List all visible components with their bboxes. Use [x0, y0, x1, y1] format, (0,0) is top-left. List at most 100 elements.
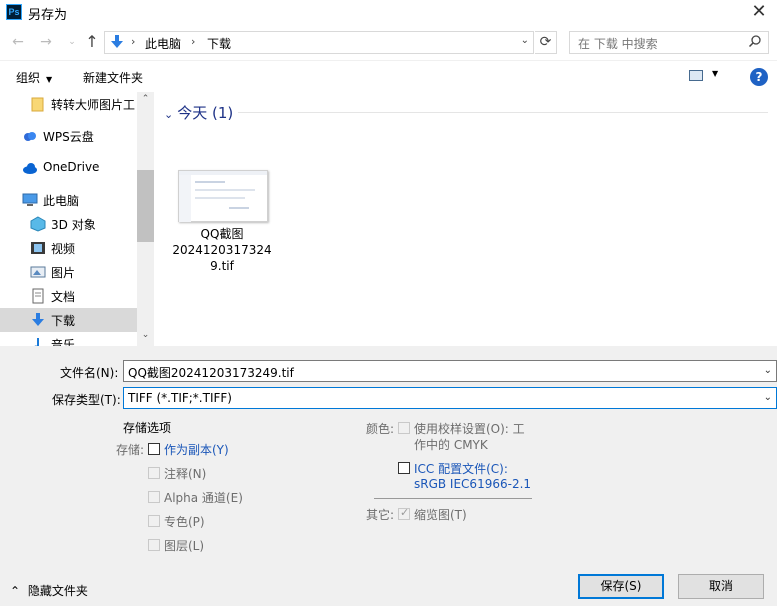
- spot-colors-checkbox: [148, 515, 160, 527]
- address-bar[interactable]: › 此电脑 › 下载 ⌄: [104, 31, 534, 54]
- notes-checkbox: [148, 467, 160, 479]
- navigation-bar: ← → ⌄ ↑ › 此电脑 › 下载 ⌄ ⟳ 在 下载 中搜索: [0, 28, 777, 58]
- download-icon: [32, 313, 44, 326]
- group-header-label: 今天 (1): [177, 104, 234, 122]
- sidebar-item-downloads[interactable]: 下载: [0, 308, 137, 332]
- photoshop-app-icon: Ps: [6, 4, 22, 20]
- new-folder-button[interactable]: 新建文件夹: [83, 69, 143, 86]
- filename-field[interactable]: QQ截图20241203173249.tif ⌄: [123, 360, 777, 382]
- computer-icon: [22, 193, 38, 206]
- alpha-channels-label: Alpha 通道(E): [164, 491, 243, 505]
- sidebar-item-label: 视频: [51, 242, 76, 256]
- file-name-line: 2024120317324: [172, 243, 272, 257]
- save-options-title: 存储选项: [123, 421, 172, 435]
- store-label: 存储:: [116, 443, 145, 457]
- refresh-button[interactable]: ⟳: [535, 31, 557, 54]
- sidebar-item-pictures[interactable]: 图片: [0, 260, 137, 284]
- sidebar-item-wps-cloud[interactable]: WPS云盘: [0, 124, 137, 148]
- breadcrumb-separator[interactable]: ›: [191, 35, 195, 48]
- alpha-channels-checkbox: [148, 491, 160, 503]
- sidebar-item-label: 3D 对象: [51, 218, 96, 232]
- file-thumbnail: [178, 170, 268, 222]
- video-icon: [31, 242, 45, 254]
- breadcrumb-separator[interactable]: ›: [131, 35, 135, 48]
- sidebar-item-zhuanzhuan-folder[interactable]: 转转大师图片工: [0, 92, 137, 116]
- sidebar-item-label: 转转大师图片工: [51, 98, 136, 112]
- hide-folders-toggle[interactable]: ⌃ 隐藏文件夹: [10, 582, 88, 599]
- organize-button[interactable]: 组织 ▼: [16, 69, 52, 86]
- as-copy-checkbox[interactable]: [148, 443, 160, 455]
- sidebar-item-documents[interactable]: 文档: [0, 284, 137, 308]
- spot-colors-label: 专色(P): [164, 515, 205, 529]
- picture-icon: [30, 266, 46, 278]
- use-proof-setup-label-line2: 作中的 CMYK: [414, 438, 488, 452]
- layers-label: 图层(L): [164, 539, 205, 553]
- color-label: 颜色:: [366, 422, 395, 436]
- thumbnail-label: 缩览图(T): [414, 508, 467, 522]
- breadcrumb-downloads[interactable]: 下载: [207, 35, 231, 52]
- breadcrumb-this-pc[interactable]: 此电脑: [145, 35, 181, 52]
- file-item[interactable]: QQ截图 2024120317324 9.tif: [172, 166, 272, 278]
- checkmark-icon: ✓: [400, 506, 410, 519]
- other-label: 其它:: [366, 508, 395, 522]
- layers-checkbox: [148, 539, 160, 551]
- file-name-line: 9.tif: [210, 259, 234, 273]
- cancel-button[interactable]: 取消: [678, 574, 764, 599]
- filetype-select[interactable]: TIFF (*.TIF;*.TIFF) ⌄: [123, 387, 777, 409]
- sidebar-scrollbar[interactable]: ⌃ ⌄: [137, 92, 154, 346]
- up-arrow-icon[interactable]: ↑: [82, 32, 102, 52]
- organize-label: 组织: [16, 71, 41, 85]
- forward-arrow-icon[interactable]: →: [36, 32, 56, 52]
- file-list-area: ⌄ 今天 (1) QQ截图 2024120317324 9.tif: [156, 92, 777, 346]
- recent-locations-chevron-icon[interactable]: ⌄: [62, 32, 82, 52]
- options-divider: [374, 498, 532, 499]
- scroll-up-icon[interactable]: ⌃: [137, 94, 154, 108]
- view-dropdown-icon[interactable]: ▼: [712, 69, 718, 78]
- title-bar: Ps 另存为 ✕: [0, 0, 777, 28]
- file-name-line: QQ截图: [200, 227, 244, 241]
- icc-profile-checkbox[interactable]: [398, 462, 410, 474]
- address-dropdown-icon[interactable]: ⌄: [521, 35, 529, 46]
- search-input[interactable]: 在 下载 中搜索: [569, 31, 769, 54]
- command-bar: 组织 ▼ 新建文件夹 ▼ ?: [0, 60, 777, 92]
- collapse-chevron-icon[interactable]: ⌄: [164, 108, 173, 121]
- search-placeholder: 在 下载 中搜索: [578, 37, 658, 51]
- icc-profile-value: sRGB IEC61966-2.1: [414, 477, 532, 491]
- scroll-down-icon[interactable]: ⌄: [137, 330, 154, 344]
- scrollbar-thumb[interactable]: [137, 170, 154, 242]
- sidebar-item-label: 文档: [51, 290, 76, 304]
- file-name: QQ截图 2024120317324 9.tif: [172, 226, 272, 274]
- icc-profile-label[interactable]: ICC 配置文件(C):: [414, 460, 508, 477]
- search-icon[interactable]: [748, 34, 762, 48]
- back-arrow-icon[interactable]: ←: [8, 32, 28, 52]
- group-header-today[interactable]: ⌄ 今天 (1): [164, 102, 233, 123]
- window-title: 另存为: [28, 8, 68, 23]
- use-proof-setup-checkbox: [398, 422, 410, 434]
- hide-folders-label: 隐藏文件夹: [27, 584, 88, 598]
- view-options-icon[interactable]: [689, 70, 703, 81]
- filename-label: 文件名(N):: [60, 366, 119, 380]
- filename-value: QQ截图20241203173249.tif: [128, 366, 294, 380]
- sidebar-item-videos[interactable]: 视频: [0, 236, 137, 260]
- sidebar-item-onedrive[interactable]: OneDrive: [0, 156, 137, 180]
- hide-folders-chevron-icon: ⌃: [10, 584, 21, 598]
- sidebar-item-music[interactable]: 音乐: [0, 332, 137, 346]
- save-button[interactable]: 保存(S): [578, 574, 664, 599]
- sidebar-item-3d-objects[interactable]: 3D 对象: [0, 212, 137, 236]
- sidebar-item-this-pc[interactable]: 此电脑: [0, 188, 137, 212]
- filename-dropdown-icon[interactable]: ⌄: [764, 365, 772, 376]
- filetype-label: 保存类型(T):: [52, 393, 121, 407]
- cloud-icon: [24, 132, 36, 141]
- filetype-dropdown-icon[interactable]: ⌄: [764, 392, 772, 403]
- document-icon: [32, 288, 44, 304]
- close-button[interactable]: ✕: [749, 2, 769, 22]
- filetype-value: TIFF (*.TIF;*.TIFF): [128, 391, 232, 405]
- download-folder-icon: [111, 35, 123, 48]
- help-icon[interactable]: ?: [750, 68, 768, 86]
- save-options-panel: 文件名(N): QQ截图20241203173249.tif ⌄ 保存类型(T)…: [0, 346, 777, 606]
- sidebar-item-label: 此电脑: [43, 194, 80, 208]
- notes-label: 注释(N): [164, 467, 207, 481]
- organize-dropdown-icon: ▼: [46, 75, 53, 84]
- as-copy-label[interactable]: 作为副本(Y): [164, 441, 229, 458]
- cube-icon: [30, 216, 46, 232]
